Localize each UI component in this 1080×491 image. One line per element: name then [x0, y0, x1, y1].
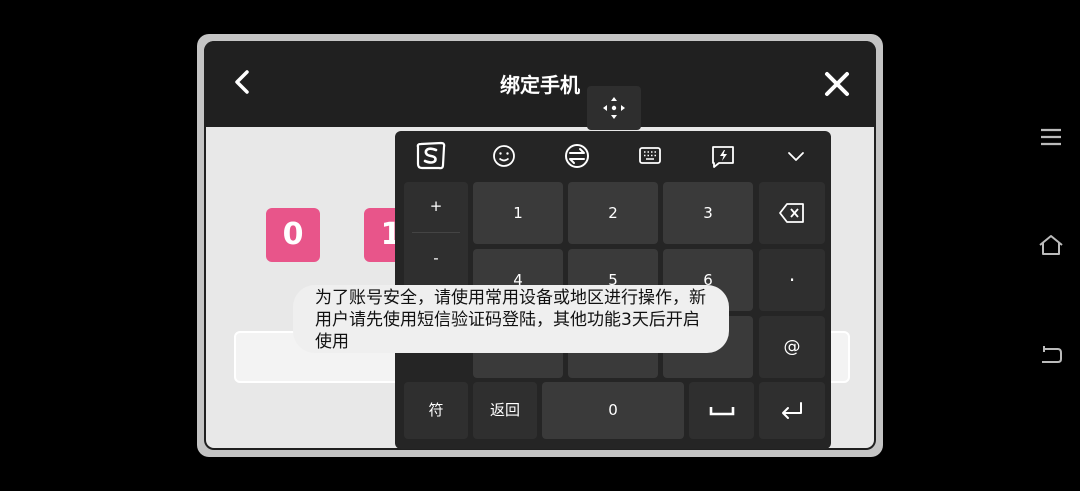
key-0[interactable]: 0: [542, 382, 684, 439]
keyboard-icon[interactable]: [632, 141, 668, 171]
switch-icon[interactable]: [559, 141, 595, 171]
backspace-key[interactable]: [759, 182, 825, 244]
symbol-key[interactable]: 符: [404, 382, 468, 439]
menu-icon[interactable]: [1038, 124, 1064, 150]
plus-key[interactable]: +: [404, 182, 468, 230]
enter-key[interactable]: [759, 382, 825, 439]
space-key[interactable]: [689, 382, 754, 439]
emoji-icon[interactable]: [486, 141, 522, 171]
chevron-down-icon[interactable]: [778, 141, 814, 171]
toast-message: 为了账号安全，请使用常用设备或地区进行操作，新用户请先使用短信验证码登陆，其他功…: [293, 285, 729, 353]
enter-icon: [782, 402, 802, 419]
home-icon[interactable]: [1036, 232, 1066, 258]
key-divider: [412, 232, 460, 233]
at-key[interactable]: @: [759, 316, 825, 378]
dot-key[interactable]: ·: [759, 249, 825, 311]
key-1[interactable]: 1: [473, 182, 563, 244]
key-2[interactable]: 2: [568, 182, 658, 244]
code-digit-box[interactable]: 0: [266, 208, 320, 262]
back-key[interactable]: 返回: [473, 382, 537, 439]
key-3[interactable]: 3: [663, 182, 753, 244]
minus-key[interactable]: -: [404, 234, 468, 282]
move-arrows-icon: [603, 97, 625, 119]
quick-phrase-icon[interactable]: [705, 141, 741, 171]
space-icon: [709, 407, 735, 416]
back-nav-icon[interactable]: [1038, 341, 1064, 367]
backspace-icon: [779, 203, 804, 223]
close-icon[interactable]: [820, 67, 854, 101]
move-handle[interactable]: [587, 86, 641, 130]
dialog-header: 绑定手机: [204, 41, 876, 127]
dialog-title: 绑定手机: [500, 73, 580, 97]
sogou-logo-icon[interactable]: [413, 141, 449, 171]
